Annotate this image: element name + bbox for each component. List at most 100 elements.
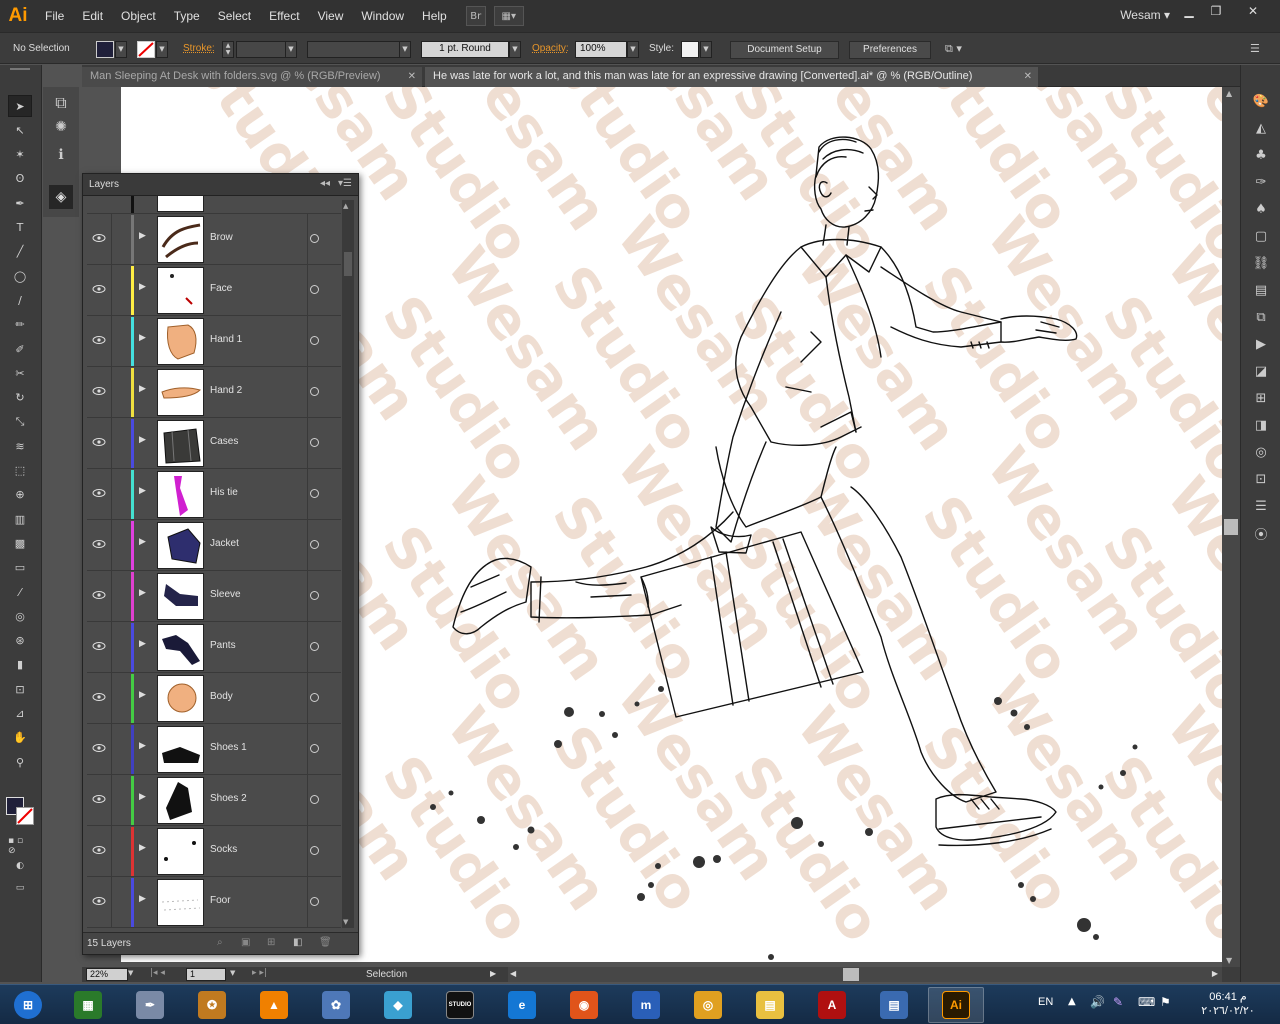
gradient-tool-icon[interactable]: ▭ <box>8 557 32 579</box>
network-icon[interactable]: ⌨ <box>1138 995 1155 1009</box>
close-tab-icon[interactable]: ✕ <box>1024 67 1032 86</box>
taskbar-chrome[interactable]: ◎ <box>680 987 736 1023</box>
layer-name[interactable]: Brow <box>210 232 233 243</box>
vertical-scroll-thumb[interactable] <box>1224 519 1238 535</box>
layer-row-body[interactable]: ▶ Body <box>87 673 341 724</box>
taskbar-edge[interactable]: e <box>494 987 550 1023</box>
lock-column[interactable] <box>111 418 112 469</box>
stroke-dropdown[interactable]: ▼ <box>156 41 168 58</box>
layer-row-shoes-1[interactable]: ▶ Shoes 1 <box>87 724 341 775</box>
lock-column[interactable] <box>111 673 112 724</box>
opacity-dropdown[interactable]: ▼ <box>627 41 639 58</box>
perspective-grid-tool-icon[interactable]: ▥ <box>8 508 32 530</box>
visibility-eye-icon[interactable] <box>92 742 106 754</box>
layer-row-pants[interactable]: ▶ Pants <box>87 622 341 673</box>
document-setup-button[interactable]: Document Setup <box>730 41 839 59</box>
visibility-eye-icon[interactable] <box>92 589 106 601</box>
menu-help[interactable]: Help <box>413 9 456 23</box>
expand-arrow-icon[interactable]: ▶ <box>139 537 146 547</box>
target-circle-icon[interactable] <box>310 744 319 753</box>
expand-arrow-icon[interactable]: ▶ <box>139 282 146 292</box>
lock-column[interactable] <box>111 214 112 265</box>
selection-tool-icon[interactable]: ➤ <box>8 95 32 117</box>
symbol-sprayer-tool-icon[interactable]: ⊛ <box>8 630 32 652</box>
menu-view[interactable]: View <box>309 9 353 23</box>
target-circle-icon[interactable] <box>310 489 319 498</box>
visibility-eye-icon[interactable] <box>92 895 106 907</box>
layer-name[interactable]: Hand 1 <box>210 334 242 345</box>
horizontal-scroll-thumb[interactable] <box>843 968 859 981</box>
artboards-icon[interactable]: ▢ <box>1250 225 1272 247</box>
artboard-field[interactable]: 1 <box>186 968 226 981</box>
blend-tool-icon[interactable]: ◎ <box>8 605 32 627</box>
mesh-tool-icon[interactable]: ▩ <box>8 532 32 554</box>
tab-man-sleeping[interactable]: Man Sleeping At Desk with folders.svg @ … <box>82 67 422 87</box>
layer-name[interactable]: Socks <box>210 844 237 855</box>
visibility-eye-icon[interactable] <box>92 232 106 244</box>
symbols-icon[interactable]: ♠ <box>1250 198 1272 220</box>
locate-object-icon[interactable]: ⌕ <box>217 937 223 948</box>
preferences-button[interactable]: Preferences <box>849 41 931 59</box>
layer-name[interactable]: Cases <box>210 436 238 447</box>
layers-scrollbar[interactable]: ▲ ▼ <box>342 200 354 928</box>
taskbar-beast-app[interactable]: ✪ <box>184 987 240 1023</box>
visibility-eye-icon[interactable] <box>92 283 106 295</box>
lock-column[interactable] <box>111 724 112 775</box>
layer-name[interactable]: Pants <box>210 640 236 651</box>
taskbar-vlc[interactable]: ▲ <box>246 987 302 1023</box>
expand-arrow-icon[interactable]: ▶ <box>139 843 146 853</box>
layer-row-shoes-2[interactable]: ▶ Shoes 2 <box>87 775 341 826</box>
clock[interactable]: 06:41 م ٢٠٢٦/٠٢/٢٠ <box>1193 990 1263 1018</box>
opacity-field[interactable]: 100% <box>575 41 627 58</box>
horizontal-scrollbar[interactable]: ◀ ▶ <box>508 967 1222 982</box>
zoom-field[interactable]: 22% <box>86 968 128 981</box>
panel-menu-icon[interactable]: ▾☰ <box>338 178 352 189</box>
taskbar-pen-tool-app[interactable]: ✒ <box>122 987 178 1023</box>
shape-builder-tool-icon[interactable]: ⊕ <box>8 484 32 506</box>
rotate-tool-icon[interactable]: ↻ <box>8 387 32 409</box>
lock-column[interactable] <box>111 469 112 520</box>
scissors-tool-icon[interactable]: ✂ <box>8 362 32 384</box>
blob-brush-tool-icon[interactable]: ✐ <box>8 338 32 360</box>
layer-row-jacket[interactable]: ▶ Jacket <box>87 520 341 571</box>
taskbar-acrobat[interactable]: A <box>804 987 860 1023</box>
target-circle-icon[interactable] <box>310 693 319 702</box>
layer-name[interactable]: Body <box>210 691 233 702</box>
artboard-tool-icon[interactable]: ⊡ <box>8 678 32 700</box>
scale-tool-icon[interactable]: ⤡ <box>8 411 32 433</box>
visibility-eye-icon[interactable] <box>92 436 106 448</box>
variable-width-profile[interactable] <box>307 41 400 58</box>
pathfinder-icon[interactable]: ⊡ <box>1250 468 1272 490</box>
layer-name[interactable]: Hand 2 <box>210 385 242 396</box>
slice-tool-icon[interactable]: ⊿ <box>8 703 32 725</box>
graphic-styles-icon[interactable]: ⊞ <box>1250 387 1272 409</box>
hand-tool-icon[interactable]: ✋ <box>8 727 32 749</box>
brushes-icon[interactable]: ✑ <box>1250 171 1272 193</box>
taskbar-task-manager[interactable]: ▦ <box>60 987 116 1023</box>
expand-arrow-icon[interactable]: ▶ <box>139 741 146 751</box>
lock-column[interactable] <box>111 775 112 826</box>
panel-menu-icon[interactable]: ☰ <box>1250 42 1260 55</box>
action-center-icon[interactable]: ⚑ <box>1160 995 1171 1009</box>
symbols-panel-icon[interactable]: ✺ <box>51 119 71 139</box>
layer-row-socks[interactable]: ▶ Socks <box>87 826 341 877</box>
stroke-weight-dropdown[interactable]: ▼ <box>285 41 297 58</box>
brush-definition[interactable]: 1 pt. Round <box>421 41 509 58</box>
target-circle-icon[interactable] <box>310 795 319 804</box>
target-circle-icon[interactable] <box>310 336 319 345</box>
color-panel-icon[interactable]: 🎨 <box>1250 90 1272 112</box>
column-graph-tool-icon[interactable]: ▮ <box>8 654 32 676</box>
layer-name[interactable]: Jacket <box>210 538 239 549</box>
layers-scroll-thumb[interactable] <box>344 252 352 276</box>
visibility-eye-icon[interactable] <box>92 334 106 346</box>
screen-mode-icon[interactable]: ▭ <box>8 877 32 899</box>
expand-arrow-icon[interactable]: ▶ <box>139 231 146 241</box>
menu-file[interactable]: File <box>36 9 73 23</box>
expand-arrow-icon[interactable]: ▶ <box>139 333 146 343</box>
expand-arrow-icon[interactable]: ▶ <box>139 588 146 598</box>
actions-icon[interactable]: ▶ <box>1250 333 1272 355</box>
stroke-swatch[interactable] <box>137 41 155 58</box>
lock-column[interactable] <box>111 520 112 571</box>
expand-arrow-icon[interactable]: ▶ <box>139 792 146 802</box>
target-circle-icon[interactable] <box>310 897 319 906</box>
